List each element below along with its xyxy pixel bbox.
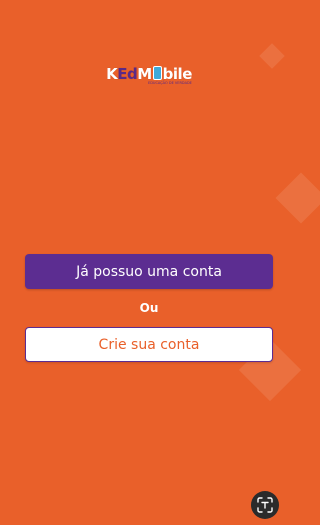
login-button[interactable]: Já possuo uma conta xyxy=(25,254,273,289)
logo-wordmark: KEdM bile EDUCAÇÃO DE VERDADE xyxy=(106,62,192,92)
logo-tagline: EDUCAÇÃO DE VERDADE xyxy=(147,81,192,85)
scan-text-icon xyxy=(257,497,273,513)
logo-letter-k: K xyxy=(106,65,118,83)
logo-letters-ed: Ed xyxy=(117,65,138,83)
scan-floating-button[interactable] xyxy=(251,491,279,519)
decorative-diamond xyxy=(275,172,320,224)
or-divider-text: Ou xyxy=(139,301,159,315)
phone-icon xyxy=(152,66,162,80)
app-logo: KEdM bile EDUCAÇÃO DE VERDADE xyxy=(0,62,298,92)
create-account-button[interactable]: Crie sua conta xyxy=(25,327,273,362)
